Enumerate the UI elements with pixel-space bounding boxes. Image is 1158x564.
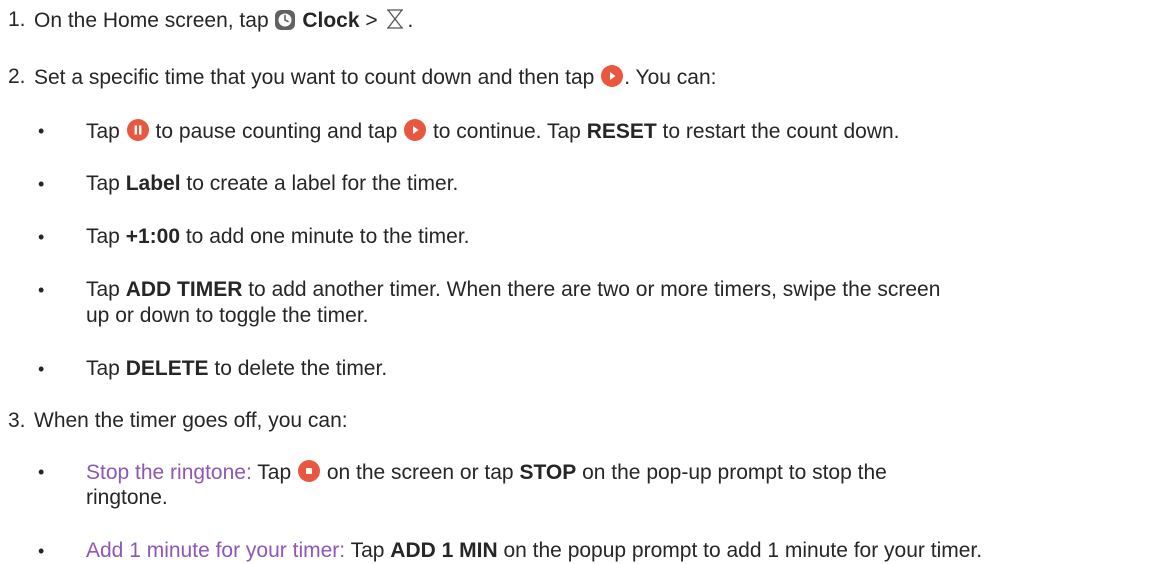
delete-keyword: DELETE <box>125 357 209 380</box>
step-number: 2. <box>8 65 26 88</box>
clock-app-icon <box>274 9 296 38</box>
add-timer-keyword: ADD TIMER <box>125 278 243 301</box>
reset-keyword: RESET <box>586 120 657 143</box>
hourglass-icon <box>383 7 407 38</box>
play-icon <box>403 118 427 149</box>
stop-icon <box>297 459 321 490</box>
step-text: On the Home screen, tap <box>34 9 269 32</box>
step-number: 3. <box>8 409 26 432</box>
instructions-document: 1. On the Home screen, tap Clock > . 2. … <box>8 7 983 562</box>
add-minute-keyword: +1:00 <box>125 225 180 248</box>
separator: > <box>365 9 378 32</box>
pause-icon <box>126 118 150 149</box>
step-text: Set a specific time that you want to cou… <box>34 66 595 89</box>
step-text: When the timer goes off, you can: <box>34 409 348 432</box>
app-name: Clock <box>302 9 360 32</box>
step-number: 1. <box>8 8 26 31</box>
label-keyword: Label <box>125 172 181 195</box>
add-1-min-keyword: ADD 1 MIN <box>390 539 498 562</box>
play-icon <box>600 64 624 95</box>
stop-keyword: STOP <box>519 461 577 484</box>
option-title: Add 1 minute for your timer: <box>86 539 346 562</box>
option-title: Stop the ringtone: <box>86 461 252 484</box>
